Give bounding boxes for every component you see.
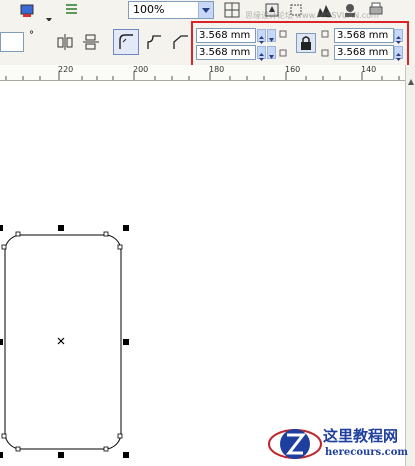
top-toolbar: 100% 思缘设计论坛 www.MISSVUAN.com — [0, 0, 415, 22]
chamfer-corner-button[interactable] — [170, 31, 190, 51]
watermark-logo: 这里教程网 herecours.com — [265, 420, 415, 466]
header-watermark: 思缘设计论坛 www.MISSVUAN.com — [245, 11, 379, 20]
rounded-rectangle-object[interactable] — [0, 81, 405, 466]
ruler-label-200: 200 — [133, 65, 149, 74]
watermark-title: 这里教程网 — [323, 427, 399, 445]
z-logo-icon — [268, 429, 322, 459]
selection-handles — [0, 225, 129, 458]
horizontal-ruler: 220 200 180 160 140 — [0, 65, 405, 81]
scroll-arrow-icon[interactable] — [406, 65, 415, 95]
round-corner-button[interactable] — [113, 29, 139, 55]
zoom-value: 100% — [133, 3, 165, 16]
application-icon[interactable] — [18, 3, 36, 17]
mirror-horizontal-icon[interactable] — [57, 33, 73, 51]
zoom-dropdown-button[interactable] — [198, 2, 213, 18]
mirror-vertical-icon[interactable] — [83, 33, 99, 51]
ruler-label-140: 140 — [361, 65, 377, 74]
scallop-corner-button[interactable] — [144, 31, 164, 51]
options-list-icon[interactable] — [63, 2, 79, 18]
highlight-box — [191, 21, 409, 67]
ruler-label-180: 180 — [209, 65, 225, 74]
grid-icon[interactable] — [224, 2, 240, 18]
drawing-canvas[interactable] — [0, 81, 405, 466]
object-size-field[interactable] — [0, 32, 24, 52]
zoom-select[interactable]: 100% — [128, 1, 214, 19]
ruler-label-220: 220 — [58, 65, 74, 74]
center-marker-icon — [57, 337, 65, 345]
vertical-scrollbar[interactable] — [405, 65, 415, 466]
degree-symbol: ° — [29, 30, 34, 41]
ruler-label-160: 160 — [285, 65, 301, 74]
chevron-down-icon[interactable] — [46, 7, 52, 22]
watermark-subtitle: herecours.com — [325, 447, 409, 458]
